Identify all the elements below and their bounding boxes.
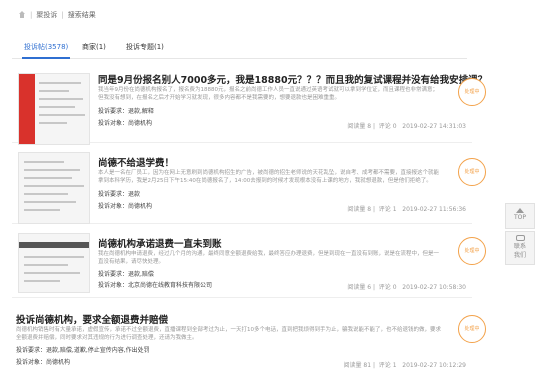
complaint-screenshot — [18, 152, 90, 224]
complaint-requirement: 投诉要求：退款,解释 — [98, 108, 154, 115]
comment-count: 评论 0 — [378, 123, 397, 130]
arrow-up-icon — [516, 208, 524, 213]
complaint-title[interactable]: 尚德机构承诺退费一直未到账 — [98, 236, 222, 250]
post-date: 2019-02-27 11:56:36 — [402, 206, 466, 213]
view-count: 阅读量 8 — [347, 123, 372, 130]
status-stamp: 处理中 — [458, 78, 486, 106]
tab-topics[interactable]: 投诉专题(1) — [126, 42, 164, 52]
complaint-summary: 我当年9月份在尚德机构报名了，报名费为18880元，报名之前尚德工作人员一直说通… — [98, 87, 439, 101]
complaint-target: 投诉对象：尚德机构 — [98, 120, 153, 127]
chat-icon — [515, 235, 525, 241]
complaint-title[interactable]: 投诉尚德机构，要求全额退费并赔偿 — [16, 312, 168, 326]
view-count: 阅读量 81 — [343, 362, 372, 369]
breadcrumb-separator: | — [30, 11, 33, 19]
complaint-stats: 阅读量 6 | 评论 0 2019-02-27 10:58:30 — [347, 284, 466, 291]
tab-merchants[interactable]: 商家(1) — [82, 42, 106, 52]
complaint-summary: 尚德机构销售时有大量承诺，虚假宣传，承诺不过全额退费，直播课程到全部考过为止，一… — [16, 327, 442, 341]
breadcrumb-current: 搜索结果 — [67, 11, 96, 19]
contact-label-line2: 我们 — [513, 252, 526, 259]
contact-label-line1: 联系 — [513, 243, 526, 250]
breadcrumb-link-jutousu[interactable]: 聚投诉 — [36, 10, 57, 20]
complaint-item[interactable]: 同是9月份报名别人7000多元，我是18880元？？？而且我的复试课程并没有给我… — [12, 72, 487, 145]
top-label: TOP — [513, 214, 526, 221]
breadcrumb: | 聚投诉 | 搜索结果 — [18, 10, 96, 20]
status-stamp: 处理中 — [458, 158, 486, 186]
complaint-stats: 阅读量 81 | 评论 1 2019-02-27 10:12:29 — [343, 362, 467, 369]
comment-count: 评论 1 — [378, 206, 397, 213]
complaint-requirement: 投诉要求：退款,赔偿,道歉,停止宣传内容,作出处罚 — [16, 347, 150, 354]
complaint-summary: 本人是一名在厂员工，因为在网上无意刷到尚德机构招生的广告，被尚德的招生老师说的天… — [98, 170, 440, 184]
result-tabs: 投诉帖(3578) 商家(1) 投诉专题(1) — [12, 37, 467, 59]
view-count: 阅读量 8 — [347, 206, 372, 213]
comment-count: 评论 1 — [378, 362, 397, 369]
comment-count: 评论 0 — [378, 284, 397, 291]
complaint-target: 投诉对象：尚德机构 — [98, 203, 153, 210]
complaint-screenshot — [18, 73, 90, 145]
complaint-stats: 阅读量 8 | 评论 0 2019-02-27 14:31:03 — [347, 123, 466, 130]
complaint-screenshot — [18, 233, 90, 293]
complaint-item[interactable]: 尚德不给退学费！ 本人是一名在厂员工，因为在网上无意刷到尚德机构招生的广告，被尚… — [12, 151, 486, 224]
complaint-item[interactable]: 投诉尚德机构，要求全额退费并赔偿 尚德机构销售时有大量承诺，虚假宣传，承诺不过全… — [12, 308, 486, 375]
complaint-item[interactable]: 尚德机构承诺退费一直未到账 我在尚德机构申请退费，经过几个月的沟通，最终同意全额… — [12, 232, 486, 298]
home-icon[interactable] — [18, 11, 26, 19]
view-count: 阅读量 6 — [347, 284, 372, 291]
complaint-title[interactable]: 同是9月份报名别人7000多元，我是18880元？？？而且我的复试课程并没有给我… — [98, 72, 487, 86]
complaint-summary: 我在尚德机构申请退费，经过几个月的沟通，最终同意全额退费给我，最终答应办理退费，… — [98, 251, 440, 265]
status-stamp: 处理中 — [458, 315, 486, 343]
contact-us-button[interactable]: 联系 我们 — [505, 231, 535, 265]
status-stamp: 处理中 — [458, 237, 486, 265]
post-date: 2019-02-27 10:12:29 — [402, 362, 466, 369]
post-date: 2019-02-27 10:58:30 — [402, 284, 466, 291]
complaint-title[interactable]: 尚德不给退学费！ — [98, 155, 174, 169]
post-date: 2019-02-27 14:31:03 — [402, 123, 466, 130]
complaint-requirement: 投诉要求：退款 — [98, 191, 141, 198]
tab-complaints[interactable]: 投诉帖(3578) — [21, 42, 71, 59]
complaint-stats: 阅读量 8 | 评论 1 2019-02-27 11:56:36 — [347, 206, 466, 213]
breadcrumb-separator: | — [61, 11, 64, 19]
complaint-requirement: 投诉要求：退款,赔偿 — [98, 271, 154, 278]
complaint-target: 投诉对象：北京尚德在线教育科技有限公司 — [98, 282, 213, 289]
complaint-target: 投诉对象：尚德机构 — [16, 359, 71, 366]
back-to-top-button[interactable]: TOP — [505, 203, 535, 229]
